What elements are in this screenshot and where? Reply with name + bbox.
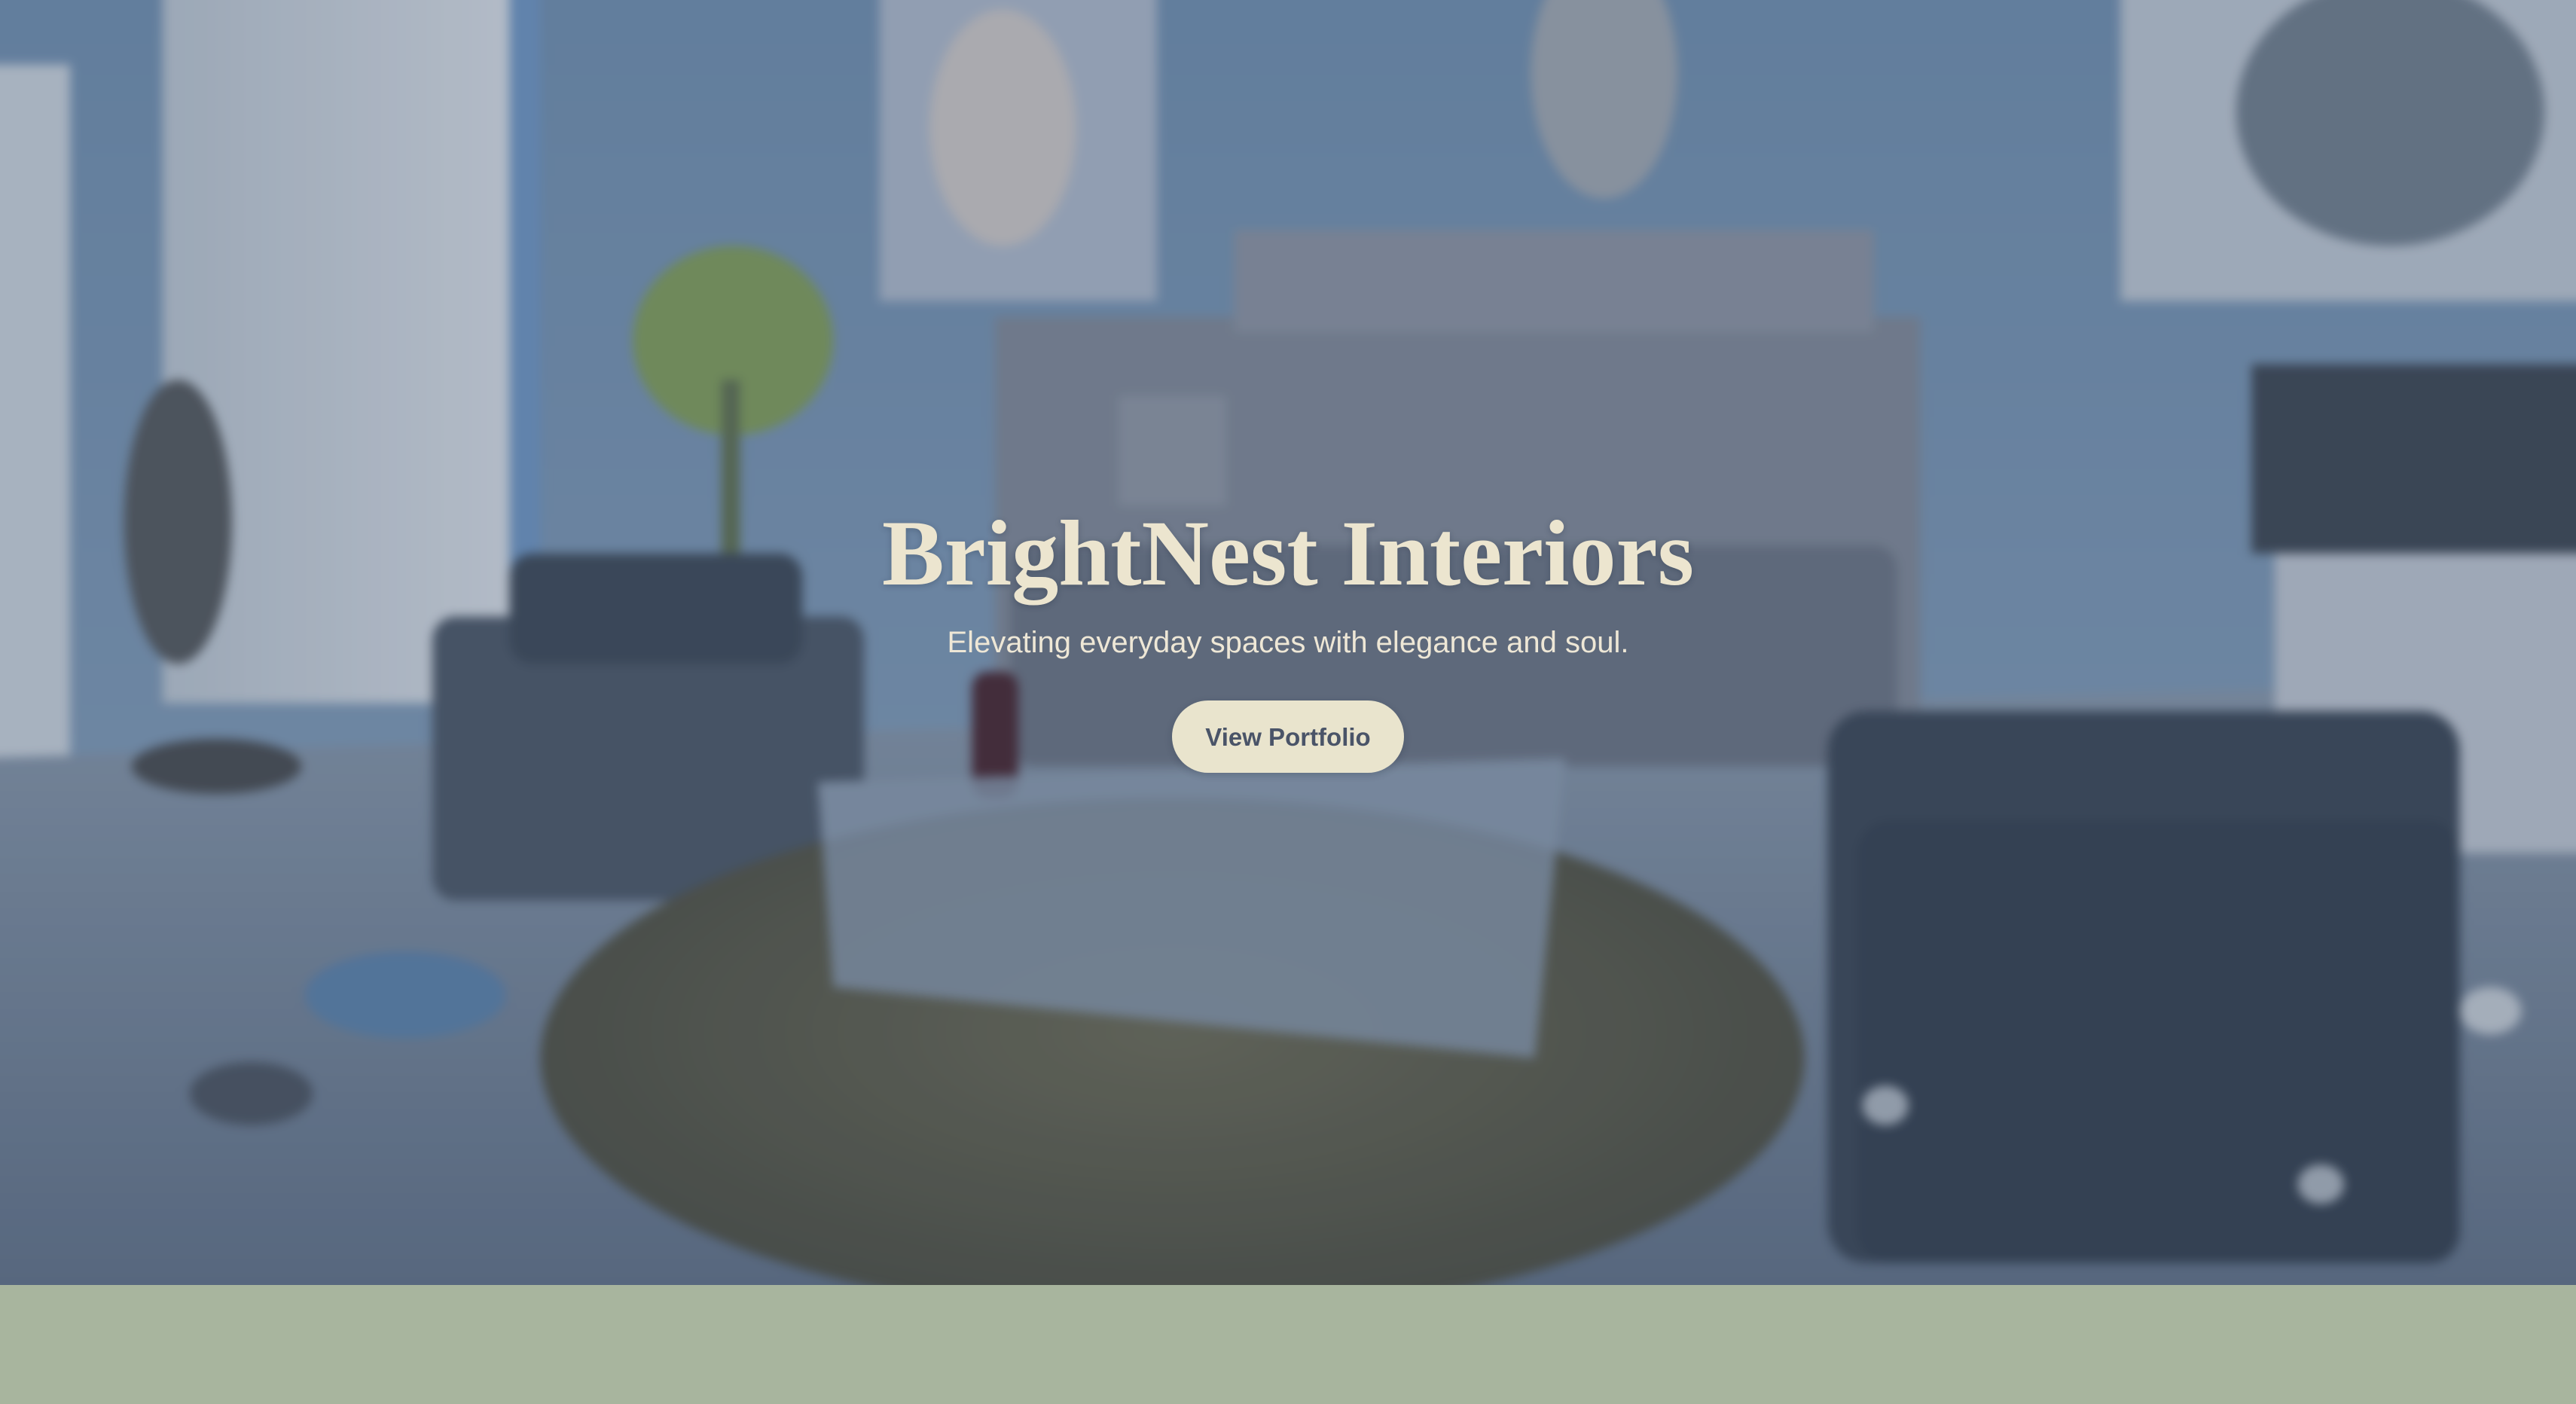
hero-title: BrightNest Interiors bbox=[882, 502, 1694, 605]
hero-content: BrightNest Interiors Elevating everyday … bbox=[0, 497, 2576, 773]
footer-band bbox=[0, 1285, 2576, 1404]
hero-subtitle: Elevating everyday spaces with elegance … bbox=[947, 626, 1629, 659]
view-portfolio-button[interactable]: View Portfolio bbox=[1172, 700, 1404, 773]
hero-section: BrightNest Interiors Elevating everyday … bbox=[0, 0, 2576, 1285]
